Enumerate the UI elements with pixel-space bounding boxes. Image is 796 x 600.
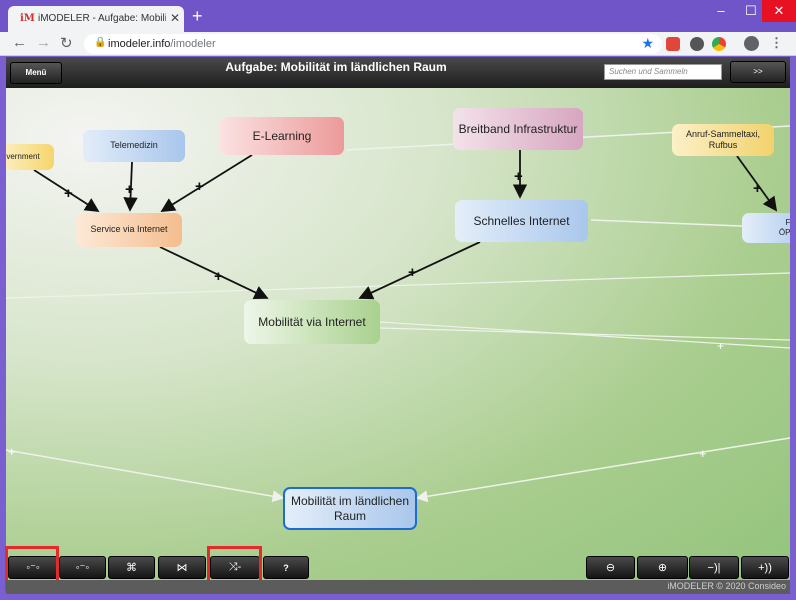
app-header: Menü Aufgabe: Mobilität im ländlichen Ra… xyxy=(6,57,790,88)
more-menu-icon[interactable]: ⋮ xyxy=(770,35,783,51)
edge-sign: + xyxy=(195,178,204,195)
url-text: imodeler.info/imodeler xyxy=(108,38,216,50)
browser-titlebar: iM iMODELER - Aufgabe: Mobilität i ✕ + –… xyxy=(0,0,796,32)
node-schnelles-internet[interactable]: Schnelles Internet xyxy=(455,200,588,242)
back-icon[interactable]: ← xyxy=(12,34,27,51)
copyright-text: iMODELER © 2020 Consideo xyxy=(667,581,786,591)
node-egovernment[interactable]: vernment xyxy=(6,144,54,170)
search-input[interactable]: Suchen und Sammeln xyxy=(604,64,722,80)
node-service-via-internet[interactable]: Service via Internet xyxy=(76,213,182,247)
next-button[interactable]: >> xyxy=(730,61,786,83)
node-elearning[interactable]: E-Learning xyxy=(220,117,344,155)
edge-sign: + xyxy=(753,180,762,197)
profile-icon[interactable] xyxy=(744,36,759,51)
chrome-extension-icon[interactable] xyxy=(712,37,726,51)
url-field[interactable]: 🔒 imodeler.info/imodeler ★ xyxy=(84,34,662,54)
split-right-button[interactable]: ◦⁻◦ xyxy=(59,556,106,579)
browser-tab[interactable]: iM iMODELER - Aufgabe: Mobilität i ✕ xyxy=(8,6,184,32)
edge-sign: + xyxy=(8,444,16,459)
menu-button[interactable]: Menü xyxy=(10,62,62,84)
edge-sign: + xyxy=(408,264,417,281)
zoom-in-button[interactable]: ⊕ xyxy=(637,556,688,579)
node-telemedizin[interactable]: Telemedizin xyxy=(83,130,185,162)
collapse-button[interactable]: −)| xyxy=(689,556,739,579)
help-button[interactable]: ? xyxy=(263,556,309,579)
pdf-extension-icon[interactable] xyxy=(666,37,680,51)
model-canvas[interactable]: + + + + + + + + + + Telemedizin E-Learni… xyxy=(6,88,790,580)
edge-sign: + xyxy=(514,168,523,185)
address-bar: ← → ↻ 🔒 imodeler.info/imodeler ★ ⋮ xyxy=(0,32,796,56)
expand-button[interactable]: +)) xyxy=(741,556,789,579)
minimize-icon[interactable]: – xyxy=(706,0,736,22)
close-icon[interactable]: ✕ xyxy=(170,11,180,25)
edge-sign: + xyxy=(64,185,73,202)
edge-sign: + xyxy=(125,181,134,198)
edge-sign: + xyxy=(699,446,707,461)
footer-bar: iMODELER © 2020 Consideo xyxy=(6,580,790,594)
edge-sign: + xyxy=(214,268,223,285)
node-anruf-sammeltaxi[interactable]: Anruf-Sammeltaxi, Rufbus xyxy=(672,124,774,156)
network-view-button[interactable]: ⋈ xyxy=(158,556,206,579)
tab-title: iMODELER - Aufgabe: Mobilität i xyxy=(38,13,166,24)
forward-icon[interactable]: → xyxy=(36,34,51,51)
reload-icon[interactable]: ↻ xyxy=(60,34,73,52)
new-tab-icon[interactable]: + xyxy=(192,6,203,27)
window-close-icon[interactable]: ✕ xyxy=(762,0,796,22)
cross-view-button[interactable]: ⌘ xyxy=(108,556,155,579)
node-flexi-oepnv[interactable]: Flexi ÖPNV-S xyxy=(742,213,790,243)
node-breitband[interactable]: Breitband Infrastruktur xyxy=(453,108,583,150)
zoom-out-button[interactable]: ⊖ xyxy=(586,556,635,579)
bookmark-star-icon[interactable]: ★ xyxy=(641,35,654,52)
page-title: Aufgabe: Mobilität im ländlichen Raum xyxy=(225,60,447,74)
extension-icon[interactable] xyxy=(690,37,704,51)
favicon: iM xyxy=(20,13,35,24)
edge-sign: + xyxy=(717,339,724,353)
node-root-mobilitaet[interactable]: Mobilität im ländlichen Raum xyxy=(283,487,417,530)
lock-icon: 🔒 xyxy=(94,37,107,48)
node-mobilitaet-via-internet[interactable]: Mobilität via Internet xyxy=(244,300,380,344)
